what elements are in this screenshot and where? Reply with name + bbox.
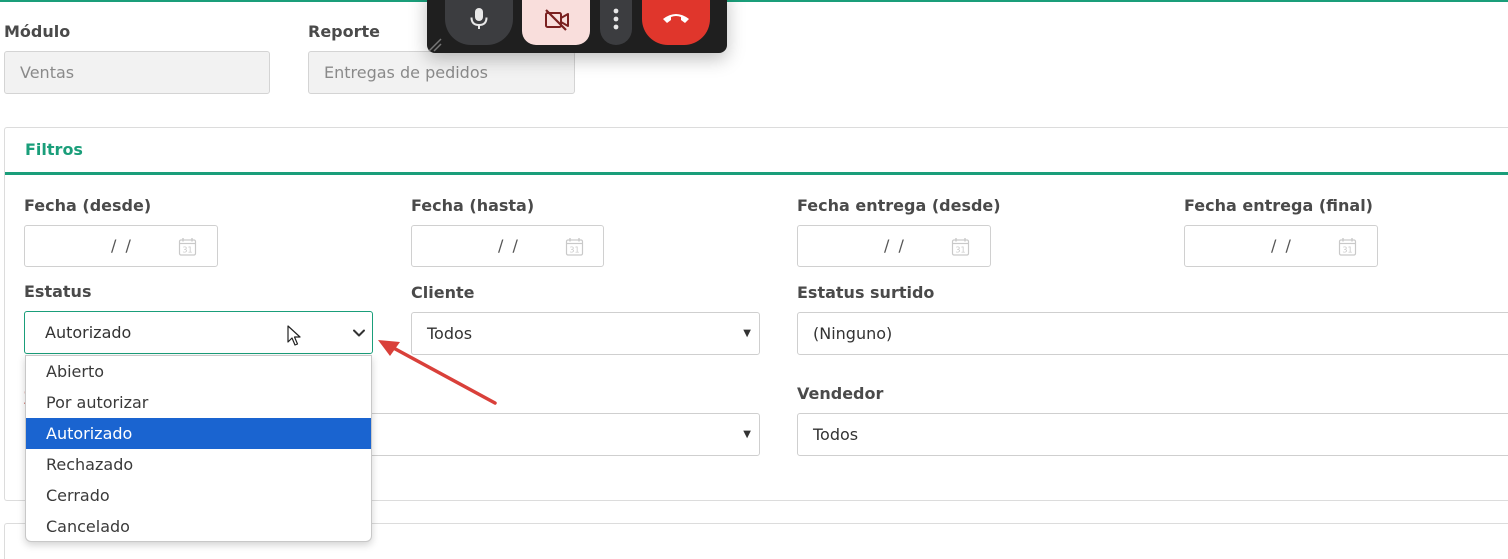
estatus-surtido-label: Estatus surtido	[797, 283, 935, 302]
estatus-dropdown[interactable]: Abierto Por autorizar Autorizado Rechaza…	[25, 355, 372, 542]
reporte-field[interactable]: Entregas de pedidos	[308, 51, 575, 94]
estatus-select-value: Autorizado	[45, 323, 132, 342]
date-placeholder: / /	[1271, 236, 1291, 255]
resize-grip-icon[interactable]	[427, 37, 443, 53]
cliente-label: Cliente	[411, 283, 475, 302]
mic-button[interactable]	[445, 0, 513, 45]
estatus-option-autorizado[interactable]: Autorizado	[26, 418, 371, 449]
fecha-entrega-desde-input[interactable]: / / 31	[797, 225, 991, 267]
calendar-icon[interactable]: 31	[565, 237, 584, 256]
modulo-field[interactable]: Ventas	[4, 51, 270, 94]
vendedor-select-value: Todos	[813, 425, 859, 444]
date-placeholder: / /	[111, 236, 131, 255]
annotation-arrow	[378, 340, 497, 405]
vendedor-select[interactable]: Todos	[797, 413, 1508, 456]
caret-down-icon: ▼	[743, 429, 751, 440]
camera-off-icon	[545, 9, 569, 31]
fecha-entrega-final-input[interactable]: / / 31	[1184, 225, 1378, 267]
svg-text:31: 31	[182, 246, 192, 255]
estatus-option-cancelado[interactable]: Cancelado	[26, 511, 371, 541]
modulo-label: Módulo	[4, 22, 71, 41]
filters-divider	[5, 172, 1508, 175]
hidden-field-select[interactable]: ▼	[330, 413, 760, 456]
mouse-pointer-icon	[287, 325, 301, 346]
estatus-select[interactable]: Autorizado	[24, 311, 373, 354]
svg-text:31: 31	[1342, 246, 1352, 255]
svg-text:31: 31	[955, 246, 965, 255]
estatus-option-rechazado[interactable]: Rechazado	[26, 449, 371, 480]
estatus-option-por-autorizar[interactable]: Por autorizar	[26, 387, 371, 418]
svg-text:31: 31	[569, 246, 579, 255]
estatus-surtido-value: (Ninguno)	[813, 324, 893, 343]
vendedor-label: Vendedor	[797, 384, 884, 403]
end-call-icon	[663, 14, 689, 23]
reporte-label: Reporte	[308, 22, 381, 41]
caret-down-icon: ▼	[743, 328, 751, 339]
calendar-icon[interactable]: 31	[1338, 237, 1357, 256]
more-options-button[interactable]	[600, 0, 632, 45]
fecha-hasta-input[interactable]: / / 31	[411, 225, 604, 267]
end-call-button[interactable]	[642, 0, 710, 45]
more-vertical-icon	[613, 8, 619, 30]
fecha-desde-input[interactable]: / / 31	[24, 225, 218, 267]
camera-toggle-button[interactable]	[522, 0, 590, 45]
calendar-icon[interactable]: 31	[951, 237, 970, 256]
date-placeholder: / /	[498, 236, 518, 255]
estatus-surtido-select[interactable]: (Ninguno)	[797, 312, 1508, 355]
date-placeholder: / /	[884, 236, 904, 255]
filters-title: Filtros	[25, 140, 83, 159]
estatus-option-cerrado[interactable]: Cerrado	[26, 480, 371, 511]
fecha-entrega-desde-label: Fecha entrega (desde)	[797, 196, 1001, 215]
calendar-icon[interactable]: 31	[178, 237, 197, 256]
top-accent-line	[0, 0, 1508, 2]
fecha-desde-label: Fecha (desde)	[24, 196, 152, 215]
fecha-entrega-final-label: Fecha entrega (final)	[1184, 196, 1373, 215]
estatus-option-abierto[interactable]: Abierto	[26, 356, 371, 387]
estatus-label: Estatus	[24, 282, 92, 301]
chevron-down-icon	[353, 329, 365, 337]
call-controls-bar	[427, 0, 727, 53]
microphone-icon	[470, 8, 488, 29]
fecha-hasta-label: Fecha (hasta)	[411, 196, 535, 215]
